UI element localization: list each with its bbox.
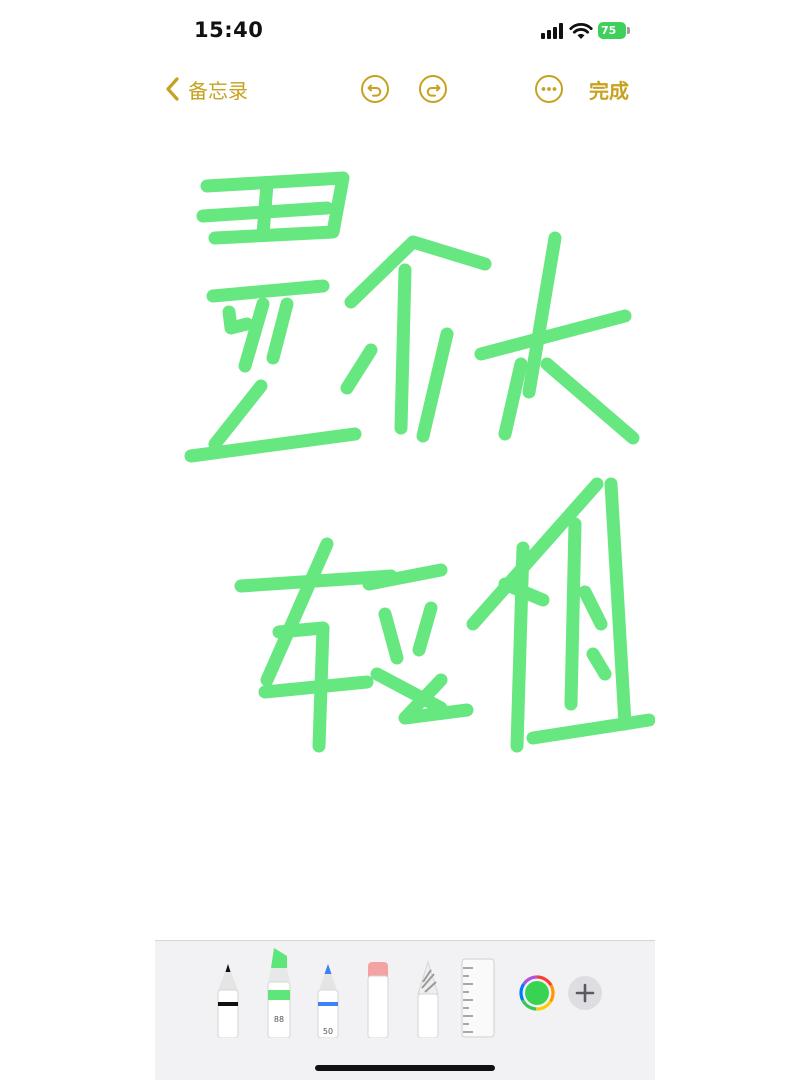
- pencil-width-label: 50: [322, 1027, 334, 1036]
- undo-button[interactable]: [360, 74, 390, 104]
- lasso-icon: [417, 960, 439, 1038]
- marker-tool[interactable]: [265, 946, 293, 1038]
- undo-icon: [361, 75, 389, 103]
- pen-tool[interactable]: [215, 960, 241, 1038]
- plus-icon: [575, 983, 595, 1003]
- done-button[interactable]: 完成: [589, 75, 629, 104]
- more-button[interactable]: [534, 74, 564, 104]
- color-wheel-icon: [519, 975, 555, 1011]
- ruler-tool[interactable]: [461, 958, 495, 1038]
- redo-button[interactable]: [418, 74, 448, 104]
- battery-level: 75: [598, 22, 626, 39]
- nav-bar: 备忘录 完成: [0, 64, 810, 114]
- eraser-icon: [367, 962, 389, 1038]
- handwriting-strokes: [184, 171, 655, 753]
- battery-percent: 75: [601, 24, 617, 37]
- battery-tip: [627, 27, 630, 34]
- back-label: 备忘录: [188, 78, 248, 103]
- more-icon: [535, 75, 563, 103]
- color-picker-button[interactable]: [519, 975, 555, 1011]
- eraser-tool[interactable]: [365, 960, 391, 1038]
- home-indicator[interactable]: [315, 1065, 495, 1071]
- chevron-left-icon: [166, 77, 179, 101]
- cellular-signal-icon: [541, 23, 563, 39]
- status-time: 15:40: [194, 18, 264, 42]
- battery-indicator: 75: [598, 22, 630, 39]
- add-tool-button[interactable]: [568, 976, 602, 1010]
- drawing-canvas[interactable]: [155, 114, 655, 940]
- back-button[interactable]: 备忘录: [164, 72, 248, 106]
- ruler-icon: [461, 958, 495, 1038]
- marker-width-label: 88: [273, 1015, 285, 1024]
- handwriting-line-2: [234, 477, 655, 753]
- redo-icon: [419, 75, 447, 103]
- wifi-icon: [569, 23, 593, 39]
- tool-palette: 88 50: [155, 940, 655, 1080]
- pen-icon: [217, 964, 239, 1038]
- status-bar: 15:40 75: [0, 0, 810, 64]
- lasso-tool[interactable]: [415, 960, 441, 1038]
- marker-icon: [267, 948, 291, 1038]
- handwriting-line-1: [184, 171, 640, 463]
